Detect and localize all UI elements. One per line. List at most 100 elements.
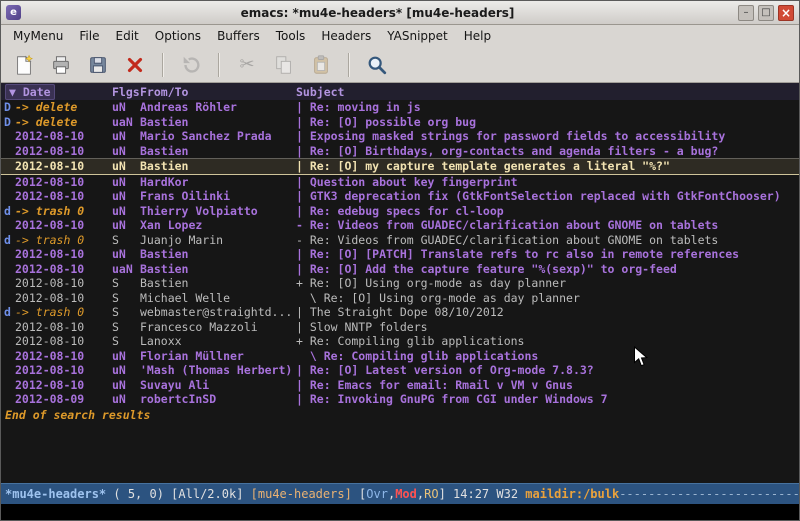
row-flags: uN	[112, 247, 140, 262]
message-row[interactable]: 2012-08-10 S Bastien + Re: [O] Using org…	[1, 276, 799, 291]
message-row[interactable]: 2012-08-10 uN Bastien | Re: [O] Birthday…	[1, 144, 799, 159]
row-subject: | Slow NNTP folders	[296, 320, 799, 335]
row-subject: | Re: [O] Birthdays, org-contacts and ag…	[296, 144, 799, 159]
titlebar[interactable]: e emacs: *mu4e-headers* [mu4e-headers] –…	[1, 1, 799, 25]
echo-area[interactable]	[1, 504, 799, 520]
row-flags: uN	[112, 175, 140, 190]
new-file-button[interactable]	[9, 51, 39, 79]
message-row[interactable]: d -> trash 0 S webmaster@straightd... | …	[1, 305, 799, 320]
row-subject: + Re: [O] Using org-mode as day planner	[296, 276, 799, 291]
row-date: 2012-08-10	[15, 247, 112, 262]
row-subject: - Re: Videos from GUADEC/clarification a…	[296, 218, 799, 233]
search-button[interactable]	[362, 51, 392, 79]
message-row[interactable]: 2012-08-10 uN Suvayu Ali | Re: Emacs for…	[1, 378, 799, 393]
row-mark	[1, 392, 15, 407]
message-row[interactable]: 2012-08-10 uN 'Mash (Thomas Herbert) | R…	[1, 363, 799, 378]
modeline-major-mode[interactable]: [mu4e-headers]	[251, 487, 359, 501]
row-flags: S	[112, 320, 140, 335]
row-date: 2012-08-10	[15, 334, 112, 349]
undo-button[interactable]	[176, 51, 206, 79]
print-button[interactable]	[46, 51, 76, 79]
row-subject: | Exposing masked strings for password f…	[296, 129, 799, 144]
menu-help[interactable]: Help	[456, 27, 499, 45]
row-date: 2012-08-10	[15, 144, 112, 159]
menu-options[interactable]: Options	[147, 27, 209, 45]
copy-icon	[273, 54, 295, 76]
window-title: emacs: *mu4e-headers* [mu4e-headers]	[21, 6, 734, 20]
row-subject: | Re: Invoking GnuPG from CGI under Wind…	[296, 392, 799, 407]
row-from: Bastien	[140, 247, 296, 262]
menu-buffers[interactable]: Buffers	[209, 27, 268, 45]
menu-edit[interactable]: Edit	[108, 27, 147, 45]
row-flags: S	[112, 305, 140, 320]
row-from: Florian Müllner	[140, 349, 296, 364]
row-date: 2012-08-10	[15, 363, 112, 378]
window-icon[interactable]: e	[6, 5, 21, 20]
menu-yasnippet[interactable]: YASnippet	[379, 27, 456, 45]
row-date: -> delete	[15, 115, 112, 130]
modeline-sep1: ,	[388, 487, 395, 501]
row-mark	[1, 129, 15, 144]
message-row[interactable]: 2012-08-10 uN Mario Sanchez Prada | Expo…	[1, 129, 799, 144]
modeline-modified[interactable]: Mod	[395, 487, 417, 501]
message-row[interactable]: d -> trash 0 S Juanjo Marin - Re: Videos…	[1, 233, 799, 248]
message-row[interactable]: 2012-08-10 uaN Bastien | Re: [O] Add the…	[1, 262, 799, 277]
message-row[interactable]: 2012-08-10 uN HardKor | Question about k…	[1, 175, 799, 190]
header-date[interactable]: ▼ Date	[1, 85, 112, 99]
header-subject[interactable]: Subject	[296, 85, 799, 99]
message-row[interactable]: 2012-08-10 S Lanoxx + Re: Compiling glib…	[1, 334, 799, 349]
message-row[interactable]: D -> delete uN Andreas Röhler | Re: movi…	[1, 100, 799, 115]
message-row[interactable]: 2012-08-10 uN Bastien | Re: [O] my captu…	[1, 158, 799, 175]
row-date: 2012-08-10	[15, 159, 112, 174]
row-mark: d	[1, 233, 15, 248]
header-flags[interactable]: Flgs	[112, 85, 140, 99]
toolbar-separator	[162, 53, 164, 77]
row-mark	[1, 247, 15, 262]
minimize-button[interactable]: –	[738, 5, 754, 21]
row-mark	[1, 378, 15, 393]
row-date: 2012-08-10	[15, 276, 112, 291]
message-row[interactable]: 2012-08-10 uN Frans Oilinki | GTK3 depre…	[1, 189, 799, 204]
row-flags: S	[112, 233, 140, 248]
close-button[interactable]: ×	[778, 5, 794, 21]
message-row[interactable]: D -> delete uaN Bastien | Re: [O] possib…	[1, 115, 799, 130]
menu-file[interactable]: File	[71, 27, 107, 45]
row-subject: | GTK3 deprecation fix (GtkFontSelection…	[296, 189, 799, 204]
menu-tools[interactable]: Tools	[268, 27, 314, 45]
message-row[interactable]: 2012-08-10 uN Bastien | Re: [O] [PATCH] …	[1, 247, 799, 262]
save-button[interactable]	[83, 51, 113, 79]
message-row[interactable]: 2012-08-09 uN robertcInSD | Re: Invoking…	[1, 392, 799, 407]
modeline-buffer-name[interactable]: *mu4e-headers*	[5, 487, 113, 501]
cut-icon: ✂	[239, 54, 254, 75]
menu-mymenu[interactable]: MyMenu	[5, 27, 71, 45]
row-date: -> trash 0	[15, 305, 112, 320]
message-row[interactable]: d -> trash 0 uN Thierry Volpiatto | Re: …	[1, 204, 799, 219]
row-flags: uN	[112, 100, 140, 115]
message-row[interactable]: 2012-08-10 uN Florian Müllner \ Re: Comp…	[1, 349, 799, 364]
end-of-results: End of search results	[1, 408, 799, 422]
row-flags: S	[112, 291, 140, 306]
row-from: Thierry Volpiatto	[140, 204, 296, 219]
message-row[interactable]: 2012-08-10 S Michael Welle \ Re: [O] Usi…	[1, 291, 799, 306]
undo-icon	[180, 54, 202, 76]
menu-headers[interactable]: Headers	[313, 27, 379, 45]
row-flags: uN	[112, 349, 140, 364]
header-from[interactable]: From/To	[140, 85, 296, 99]
row-from: Bastien	[140, 159, 296, 174]
message-row[interactable]: 2012-08-10 S Francesco Mazzoli | Slow NN…	[1, 320, 799, 335]
header-line: ▼ Date Flgs From/To Subject	[1, 83, 799, 100]
row-subject: | Re: edebug specs for cl-loop	[296, 204, 799, 219]
row-subject: | The Straight Dope 08/10/2012	[296, 305, 799, 320]
maximize-button[interactable]: □	[758, 5, 774, 21]
paste-button[interactable]	[306, 51, 336, 79]
tool-bar: ✂	[1, 47, 799, 83]
row-subject: | Re: [O] [PATCH] Translate refs to rc a…	[296, 247, 799, 262]
message-row[interactable]: 2012-08-10 uN Xan Lopez - Re: Videos fro…	[1, 218, 799, 233]
copy-button[interactable]	[269, 51, 299, 79]
cut-button[interactable]: ✂	[232, 51, 262, 79]
row-flags: uN	[112, 189, 140, 204]
close-buffer-button[interactable]	[120, 51, 150, 79]
row-from: Mario Sanchez Prada	[140, 129, 296, 144]
row-date: 2012-08-10	[15, 189, 112, 204]
modeline-size: [All/2.0k]	[171, 487, 250, 501]
